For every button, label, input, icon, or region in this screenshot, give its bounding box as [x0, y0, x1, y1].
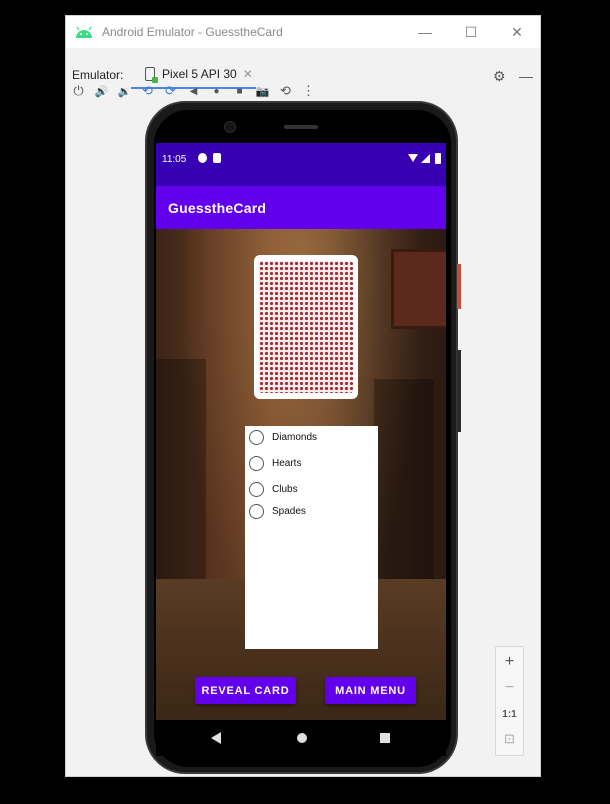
nav-home-icon[interactable] — [297, 733, 307, 743]
window-title: Android Emulator - GuesstheCard — [102, 25, 283, 39]
app-title: GuesstheCard — [168, 200, 267, 216]
radio-label: Hearts — [272, 458, 302, 469]
wall-panel — [156, 359, 206, 579]
saloon-background-image: Diamonds Hearts Clubs Spades REVEAL CARD… — [156, 229, 446, 720]
saloon-sign — [391, 249, 446, 329]
radio-label: Clubs — [272, 484, 298, 495]
radio-option-clubs[interactable]: Clubs — [249, 482, 298, 497]
zoom-1-1-button[interactable]: 1:1 — [496, 709, 523, 720]
android-icon — [76, 26, 92, 38]
snapshot-icon[interactable]: ⟲ — [274, 83, 297, 99]
power-side-button[interactable] — [457, 264, 461, 309]
card-back-pattern — [259, 261, 353, 393]
volume-down-icon[interactable]: 🔉 — [113, 85, 136, 98]
bar-shelf — [374, 379, 434, 579]
data-saver-icon — [198, 153, 207, 163]
front-camera — [224, 121, 236, 133]
back-icon[interactable]: ◀ — [182, 86, 205, 97]
radio-button[interactable] — [249, 482, 264, 497]
radio-label: Diamonds — [272, 432, 318, 443]
battery-icon — [435, 153, 441, 164]
radio-label: Spades — [272, 506, 306, 517]
power-icon[interactable]: ⏻ — [67, 83, 90, 99]
reveal-card-button[interactable]: REVEAL CARD — [195, 677, 296, 704]
volume-side-button[interactable] — [457, 350, 461, 432]
radio-option-spades[interactable]: Spades — [249, 504, 306, 519]
close-button[interactable]: ✕ — [494, 16, 540, 48]
radio-button[interactable] — [249, 504, 264, 519]
sim-card-icon — [213, 153, 221, 163]
minimize-icon: — — [418, 24, 432, 40]
maximize-icon: ☐ — [464, 23, 478, 40]
suit-radio-group: Diamonds Hearts Clubs Spades — [245, 426, 378, 649]
radio-option-hearts[interactable]: Hearts — [249, 456, 301, 471]
radio-button[interactable] — [249, 430, 264, 445]
more-icon[interactable]: ⋮ — [297, 83, 320, 99]
main-menu-button[interactable]: MAIN MENU — [325, 677, 416, 704]
title-bar: Android Emulator - GuesstheCard — ☐ ✕ — [66, 16, 540, 48]
nav-recents-icon[interactable] — [380, 733, 390, 743]
nav-back-icon[interactable] — [211, 732, 221, 744]
overview-icon[interactable]: ■ — [228, 86, 251, 97]
zoom-controls: + − 1:1 ⊡ — [495, 646, 524, 756]
rotate-left-icon[interactable]: ⟲ — [136, 83, 159, 99]
card-back — [254, 255, 358, 399]
volume-up-icon[interactable]: 🔊 — [90, 85, 113, 98]
signal-icon — [421, 154, 430, 163]
maximize-button[interactable]: ☐ — [448, 16, 494, 48]
close-icon: ✕ — [511, 23, 523, 40]
status-time: 11:05 — [162, 154, 187, 165]
wifi-icon — [408, 154, 418, 162]
app-bar: GuesstheCard — [156, 186, 446, 229]
android-nav-bar — [156, 720, 446, 756]
camera-icon[interactable]: 📷 — [251, 85, 274, 98]
zoom-in-button[interactable]: + — [496, 653, 523, 671]
home-icon[interactable]: ● — [205, 86, 228, 97]
radio-option-diamonds[interactable]: Diamonds — [249, 430, 317, 445]
earpiece-speaker — [284, 125, 318, 129]
radio-button[interactable] — [249, 456, 264, 471]
phone-screen: 11:05 GuesstheCard Diamonds Hearts Clubs… — [156, 143, 446, 720]
minimize-button[interactable]: — — [402, 16, 448, 48]
zoom-out-button[interactable]: − — [496, 679, 523, 697]
status-bar: 11:05 — [156, 143, 446, 186]
zoom-fit-icon[interactable]: ⊡ — [496, 731, 523, 747]
rotate-right-icon[interactable]: ⟳ — [159, 83, 182, 99]
